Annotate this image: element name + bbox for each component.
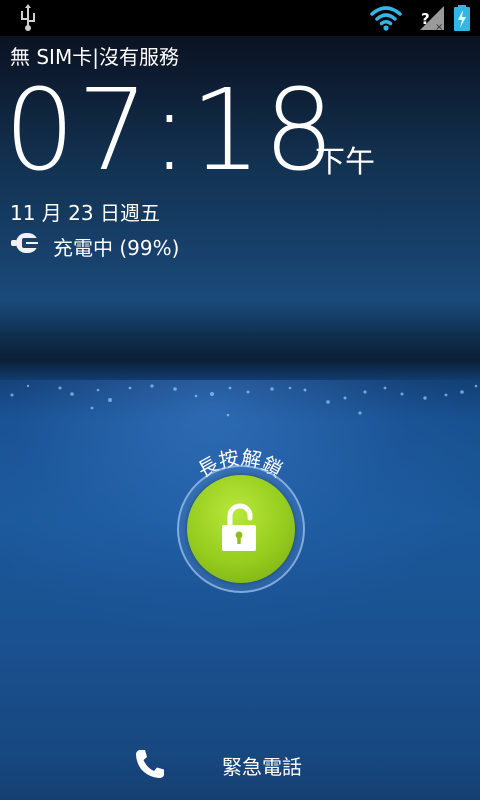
wifi-icon xyxy=(370,6,402,31)
no-sim-icon: ? × xyxy=(420,6,444,32)
status-bar: ? × xyxy=(0,0,480,36)
unlock-button[interactable] xyxy=(187,475,295,583)
lockscreen: ? × 無 SIM卡|沒有服務 07:18 下午 11 月 23 日週五 充電中… xyxy=(0,0,480,800)
usb-icon xyxy=(21,4,35,31)
emergency-call-label: 緊急電話 xyxy=(222,755,302,779)
charging-status-text: 充電中 (99%) xyxy=(53,236,180,260)
svg-text:×: × xyxy=(435,22,443,32)
clock-ampm: 下午 xyxy=(315,145,375,180)
clock-time: 07:18 xyxy=(4,66,337,196)
unlocked-padlock-icon xyxy=(222,503,256,551)
date-label: 11 月 23 日週五 xyxy=(10,201,160,225)
background-light-dots xyxy=(10,384,478,417)
emergency-call-button[interactable]: 緊急電話 xyxy=(130,742,360,788)
battery-charging-icon xyxy=(454,5,470,31)
phone-icon xyxy=(136,750,164,778)
charging-plug-icon xyxy=(11,233,38,253)
svg-text:?: ? xyxy=(421,10,430,28)
